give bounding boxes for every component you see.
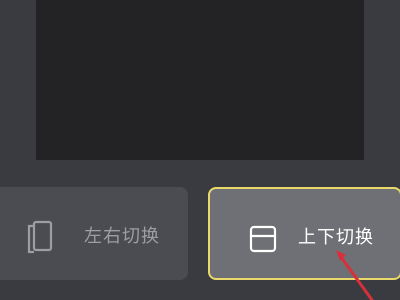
top-bottom-switch-button[interactable]: 上下切换 — [208, 187, 400, 280]
split-top-bottom-icon — [249, 225, 277, 253]
split-left-right-icon — [27, 220, 53, 254]
left-right-switch-label: 左右切换 — [84, 226, 160, 247]
layout-switch-screen: 左右切换 上下切换 — [0, 0, 400, 300]
preview-area — [36, 0, 364, 160]
left-right-switch-button[interactable]: 左右切换 — [0, 187, 188, 280]
top-bottom-switch-label: 上下切换 — [298, 227, 374, 248]
